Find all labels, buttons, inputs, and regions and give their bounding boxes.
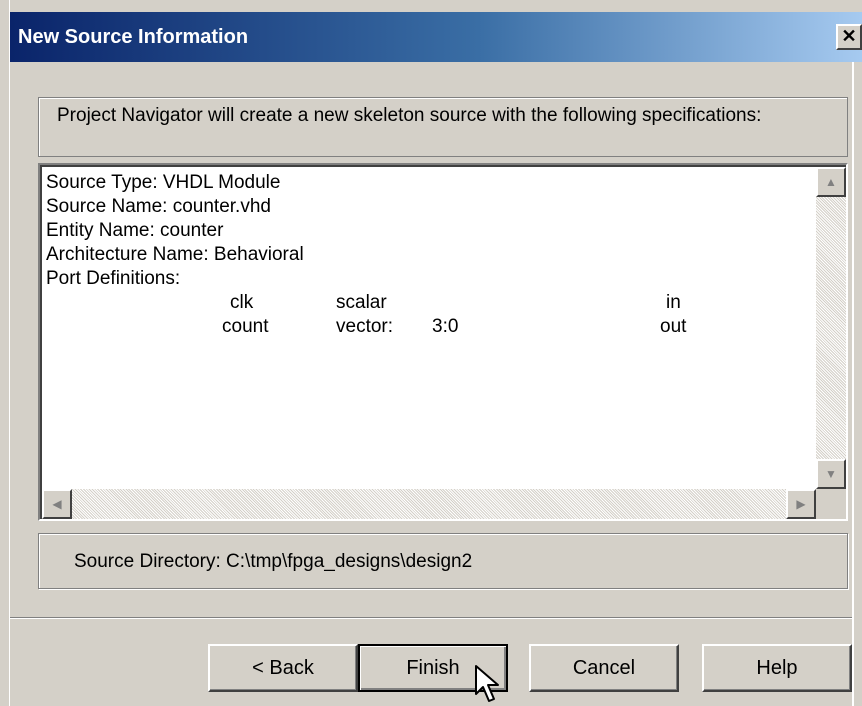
specification-list[interactable]: Source Type: VHDL Module Source Name: co… bbox=[38, 163, 848, 521]
mouse-pointer-icon bbox=[475, 665, 499, 702]
arrow-up-icon: ▲ bbox=[825, 175, 837, 189]
close-button[interactable]: ✕ bbox=[836, 24, 862, 50]
architecture-name-line: Architecture Name: Behavioral bbox=[46, 244, 304, 265]
port-name: count bbox=[222, 316, 269, 337]
specification-list-inner: Source Type: VHDL Module Source Name: co… bbox=[40, 165, 846, 519]
scrollbar-corner bbox=[816, 489, 846, 519]
scroll-right-button[interactable]: ▶ bbox=[786, 489, 816, 519]
separator bbox=[10, 617, 852, 619]
window-right-edge bbox=[852, 62, 862, 706]
port-kind: vector: bbox=[336, 316, 394, 337]
scroll-up-button[interactable]: ▲ bbox=[816, 167, 846, 197]
title-bar[interactable]: New Source Information ✕ bbox=[10, 12, 862, 62]
new-source-information-dialog: New Source Information ✕ Project Navigat… bbox=[0, 0, 862, 706]
vertical-scrollbar[interactable]: ▲ ▼ bbox=[816, 167, 846, 489]
source-name-line: Source Name: counter.vhd bbox=[46, 196, 271, 217]
port-direction: out bbox=[660, 316, 687, 337]
help-button[interactable]: Help bbox=[702, 644, 852, 692]
info-text: Project Navigator will create a new skel… bbox=[57, 105, 762, 126]
port-range: 3:0 bbox=[432, 316, 459, 337]
arrow-left-icon: ◀ bbox=[52, 497, 62, 511]
back-button[interactable]: < Back bbox=[208, 644, 358, 692]
port-row: clk scalar in bbox=[46, 291, 806, 315]
entity-name-line: Entity Name: counter bbox=[46, 220, 224, 241]
info-panel: Project Navigator will create a new skel… bbox=[38, 97, 848, 157]
cancel-button[interactable]: Cancel bbox=[529, 644, 679, 692]
port-direction: in bbox=[666, 292, 681, 313]
arrow-right-icon: ▶ bbox=[796, 497, 806, 511]
close-icon: ✕ bbox=[841, 26, 857, 46]
horizontal-scrollbar[interactable]: ◀ ▶ bbox=[42, 489, 816, 519]
port-name: clk bbox=[230, 292, 254, 313]
source-directory-text: Source Directory: C:\tmp\fpga_designs\de… bbox=[74, 551, 473, 572]
source-type-line: Source Type: VHDL Module bbox=[46, 172, 281, 193]
port-row: count vector: 3:0 out bbox=[46, 315, 806, 339]
scroll-down-button[interactable]: ▼ bbox=[816, 459, 846, 489]
arrow-down-icon: ▼ bbox=[825, 467, 837, 481]
window-left-edge bbox=[0, 0, 10, 706]
scroll-left-button[interactable]: ◀ bbox=[42, 489, 72, 519]
specification-content: Source Type: VHDL Module Source Name: co… bbox=[46, 171, 806, 339]
window-title: New Source Information bbox=[18, 26, 249, 48]
port-kind: scalar bbox=[336, 292, 387, 313]
port-definitions-line: Port Definitions: bbox=[46, 268, 181, 289]
source-directory-panel: Source Directory: C:\tmp\fpga_designs\de… bbox=[38, 533, 848, 589]
